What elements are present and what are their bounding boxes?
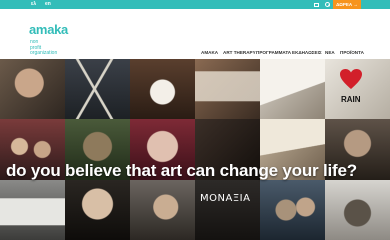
nav-item-amaka[interactable]: AMAKA (201, 50, 218, 56)
site-header: amaka non profit organization AMAKA ART … (0, 9, 390, 59)
hero-headline: do you believe that art can change your … (6, 161, 357, 180)
search-icon[interactable] (325, 2, 330, 7)
nav-item-programs[interactable]: ΠΡΟΓΡΑΜΜΑΤΑ (256, 50, 291, 56)
photo-tile (0, 59, 65, 120)
photo-tile (65, 179, 130, 240)
language-greek-link[interactable]: ελ (31, 1, 36, 8)
graffiti-text: ΜΟΝΑΞΙΑ (200, 193, 251, 204)
photo-tile (325, 179, 390, 240)
logo-tagline-line3: organization (30, 50, 58, 56)
mail-icon[interactable] (314, 2, 319, 7)
photo-tile (130, 179, 195, 240)
rain-sign-text: RAIN (341, 95, 361, 104)
photo-tile (0, 179, 65, 240)
heart-icon (340, 69, 362, 89)
photo-tile (195, 59, 260, 120)
photo-tile (260, 179, 325, 240)
photo-tile (195, 179, 260, 240)
nav-item-news[interactable]: ΝΕΑ (325, 50, 335, 56)
photo-tile (65, 59, 130, 120)
nav-item-events[interactable]: ΕΚΔΗΛΩΣΕΙΣ (292, 50, 322, 56)
photo-tile (260, 59, 325, 120)
top-bar: ελ en ΔΩΡΕΑ → (0, 0, 390, 9)
nav-item-art-therapy[interactable]: ART THERAPY (223, 50, 256, 56)
logo-wordmark[interactable]: amaka (29, 23, 68, 37)
hero-photo-mosaic (0, 59, 390, 240)
photo-tile (130, 59, 195, 120)
language-english-link[interactable]: en (45, 1, 51, 8)
nav-item-products[interactable]: ΠΡΟΪΟΝΤΑ (340, 50, 364, 56)
donate-button[interactable]: ΔΩΡΕΑ → (333, 0, 361, 9)
